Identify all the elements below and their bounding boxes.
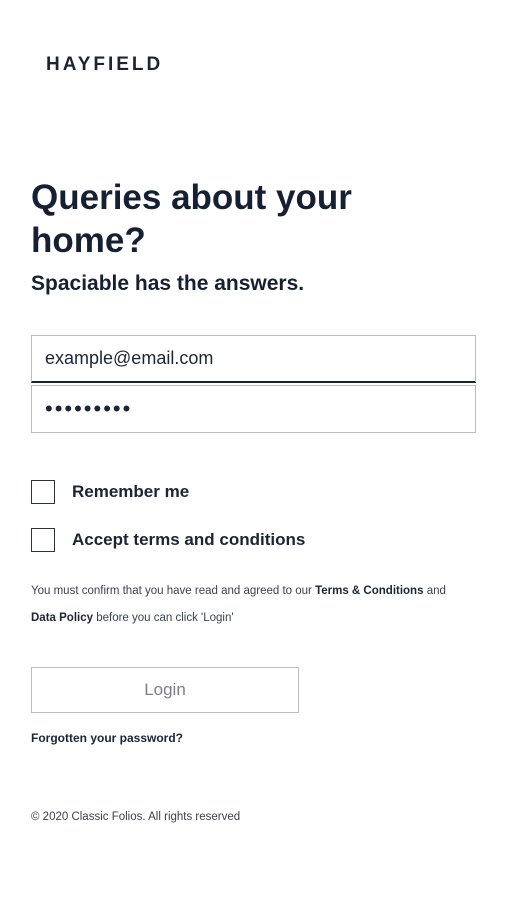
notice-suffix: before you can click 'Login' bbox=[96, 612, 234, 624]
remember-me-row[interactable]: Remember me bbox=[31, 480, 189, 504]
accept-terms-label: Accept terms and conditions bbox=[72, 530, 306, 549]
remember-me-label: Remember me bbox=[72, 482, 190, 501]
copyright-text: © 2020 Classic Folios. All rights reserv… bbox=[31, 811, 241, 823]
data-policy-link[interactable]: Data Policy bbox=[31, 612, 93, 624]
remember-me-checkbox[interactable] bbox=[31, 480, 55, 504]
page-title: Queries about your home? bbox=[31, 178, 352, 260]
forgot-password-link[interactable]: Forgotten your password? bbox=[31, 731, 183, 745]
accept-terms-row[interactable]: Accept terms and conditions bbox=[31, 528, 305, 552]
brand-logo: HAYFIELD bbox=[46, 54, 164, 75]
notice-and: and bbox=[426, 585, 446, 597]
login-button[interactable]: Login bbox=[31, 667, 299, 713]
page-subtitle: Spaciable has the answers. bbox=[31, 272, 305, 295]
notice-prefix: You must confirm that you have read and … bbox=[31, 585, 312, 597]
accept-terms-checkbox[interactable] bbox=[31, 528, 55, 552]
terms-link[interactable]: Terms & Conditions bbox=[315, 585, 423, 597]
password-field[interactable] bbox=[31, 385, 476, 433]
email-field[interactable] bbox=[31, 335, 476, 383]
terms-notice: You must confirm that you have read and … bbox=[31, 578, 471, 632]
